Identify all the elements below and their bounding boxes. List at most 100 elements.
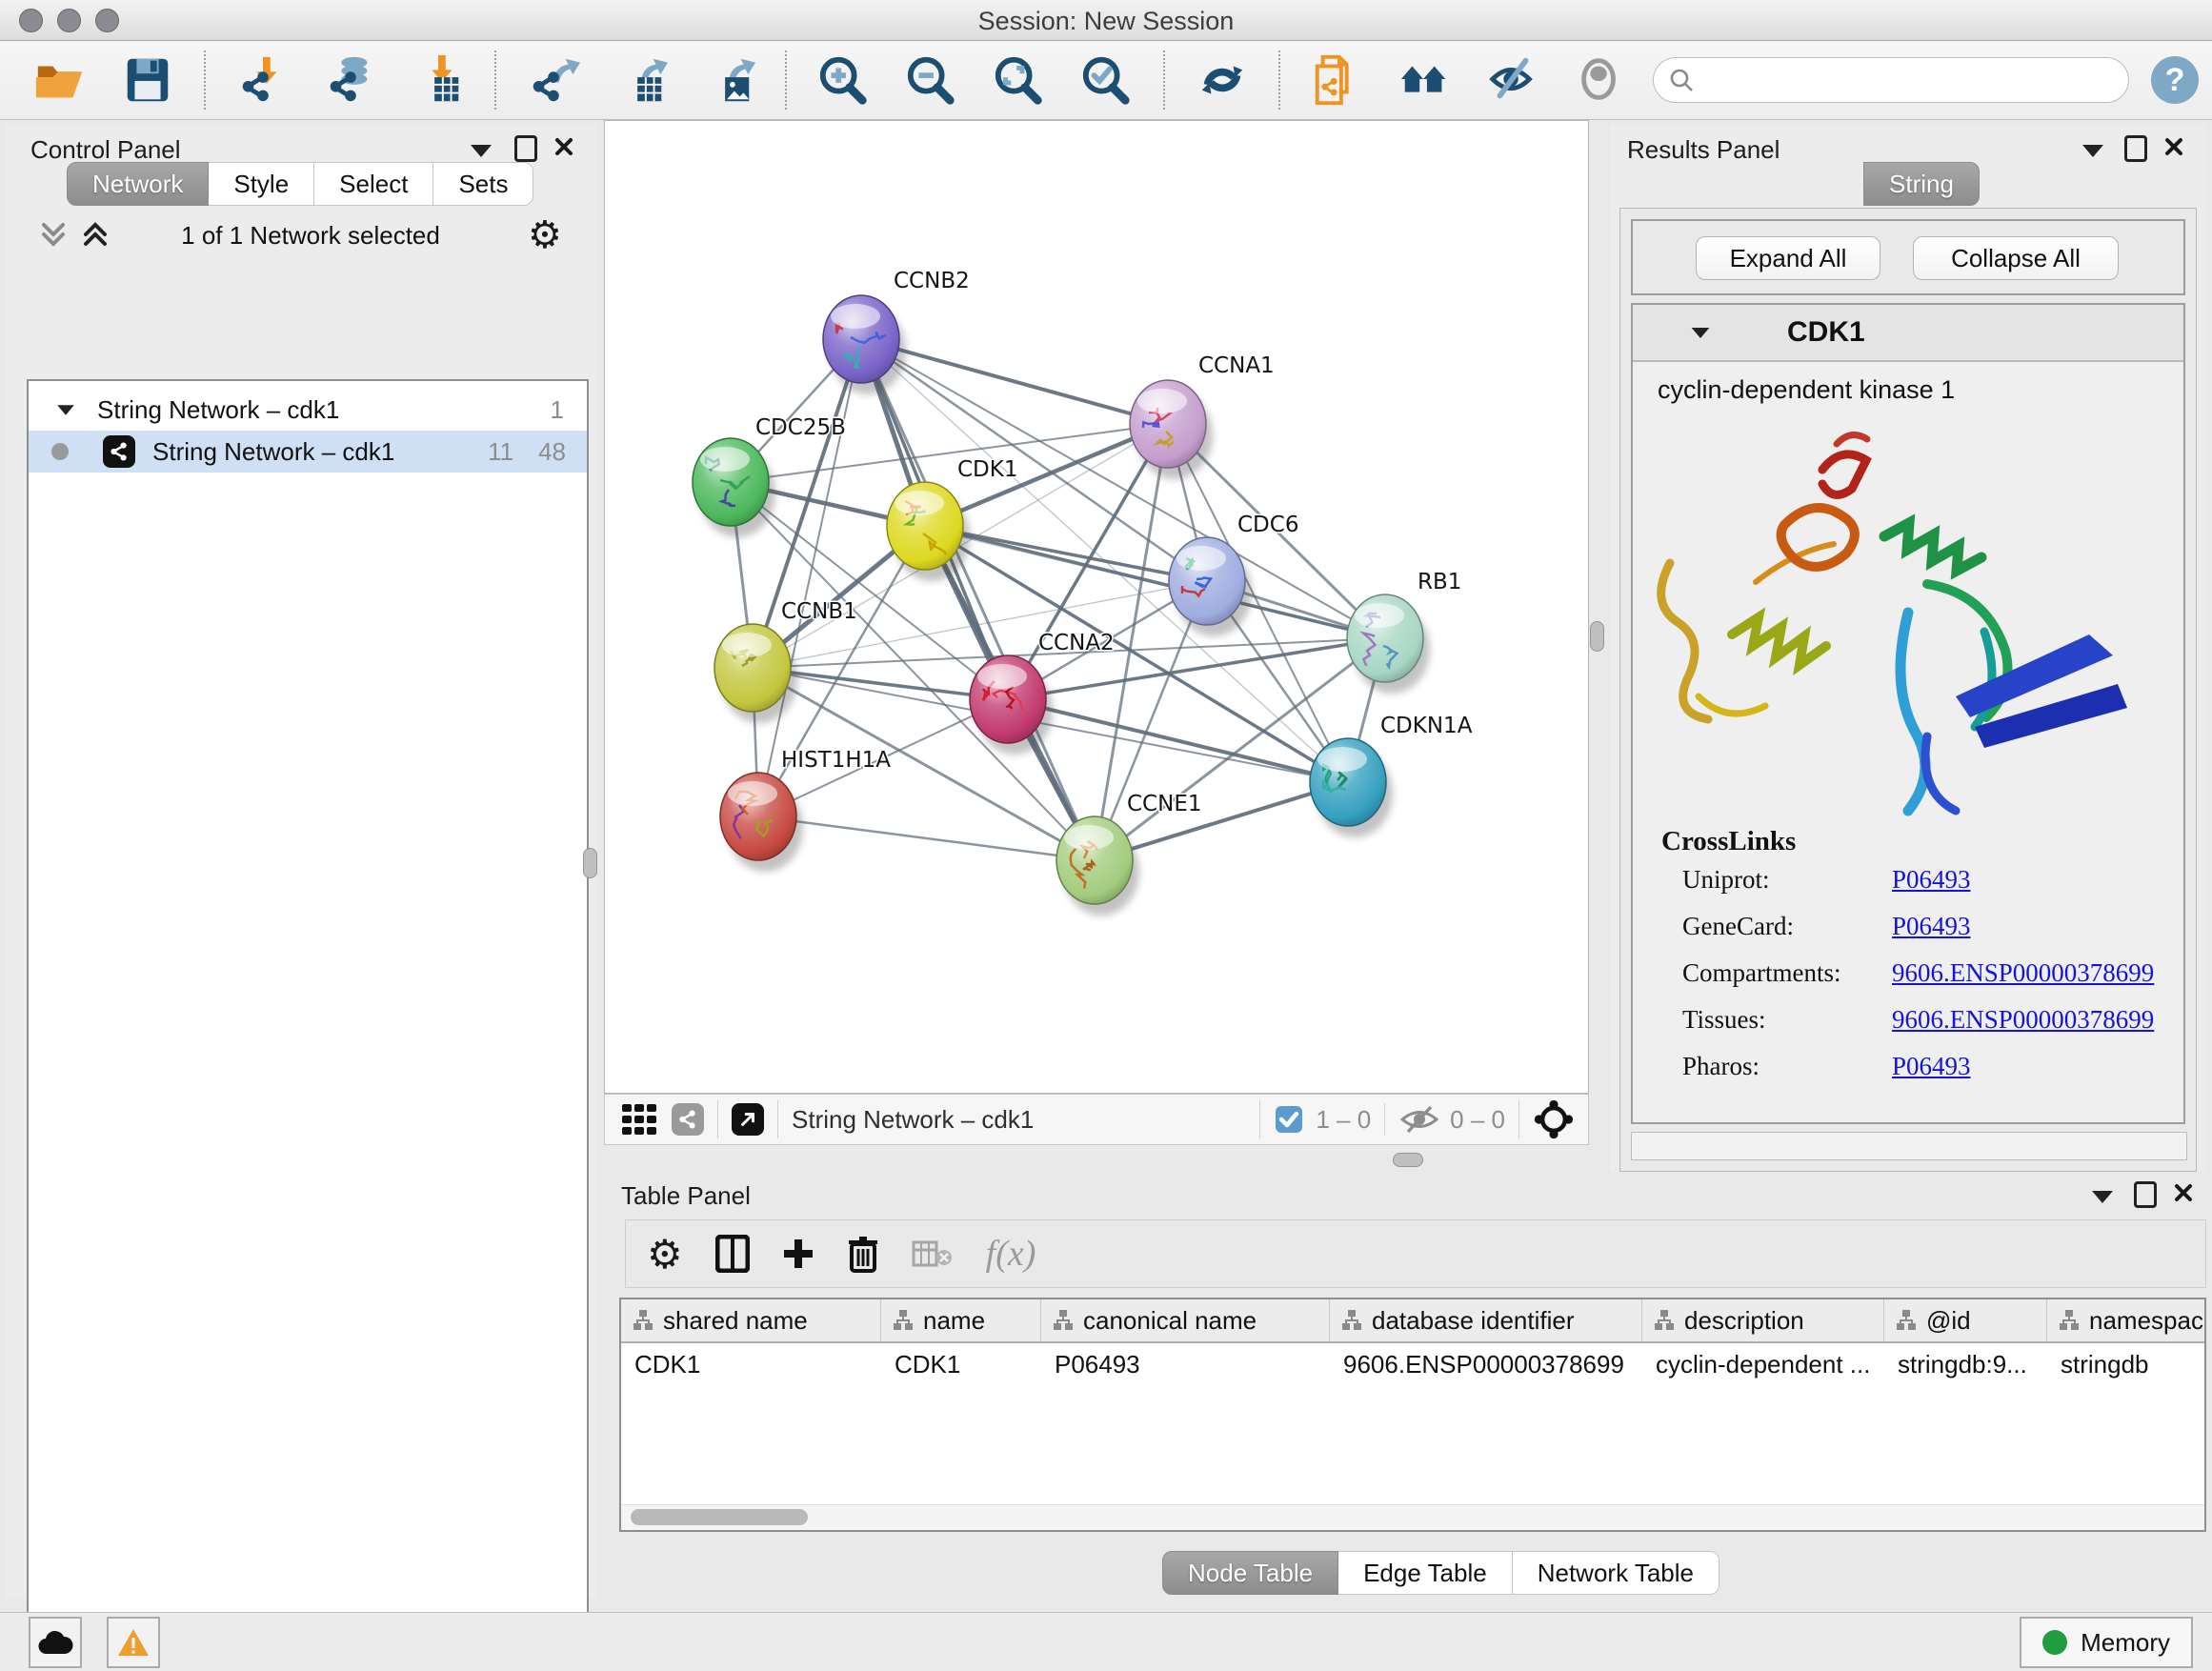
export-table-button[interactable]: [606, 47, 676, 113]
tab-sets[interactable]: Sets: [433, 162, 533, 206]
help-icon: ?: [2149, 54, 2201, 106]
node-CDK1[interactable]: [887, 482, 970, 581]
results-panel-float-icon[interactable]: [2124, 135, 2147, 162]
results-panel-title: Results Panel: [1627, 135, 1780, 165]
add-column-icon[interactable]: [782, 1238, 814, 1270]
cell: 9606.ENSP00000378699: [1330, 1350, 1642, 1379]
tab-style[interactable]: Style: [209, 162, 314, 206]
column-header-@id[interactable]: @id: [1884, 1299, 2047, 1341]
zoom-out-button[interactable]: [896, 47, 967, 113]
column-header-description[interactable]: description: [1642, 1299, 1884, 1341]
node-label-CDC25B: CDC25B: [755, 415, 846, 440]
edge-CCNA2-CDKN1A[interactable]: [1008, 699, 1348, 782]
table-panel-close-icon[interactable]: [2174, 1183, 2193, 1202]
collapse-all-button[interactable]: Collapse All: [1913, 236, 2119, 280]
table-panel-menu-icon[interactable]: [2092, 1191, 2113, 1203]
table-settings-gear-icon[interactable]: ⚙: [647, 1231, 683, 1278]
memory-button[interactable]: Memory: [2020, 1617, 2193, 1668]
tab-network-table[interactable]: Network Table: [1513, 1551, 1719, 1595]
column-header-database-identifier[interactable]: database identifier: [1330, 1299, 1642, 1341]
crosslink-value[interactable]: P06493: [1892, 912, 1971, 941]
tab-select[interactable]: Select: [314, 162, 433, 206]
column-header-canonical-name[interactable]: canonical name: [1041, 1299, 1330, 1341]
string-home-button[interactable]: [1390, 47, 1460, 113]
gene-card-header[interactable]: CDK1: [1633, 305, 2183, 362]
import-network-from-file-button[interactable]: [228, 47, 298, 113]
string-import-button[interactable]: [1302, 47, 1373, 113]
export-image-button[interactable]: [694, 47, 764, 113]
crosslink-value[interactable]: P06493: [1892, 865, 1971, 895]
tree-collapse-icon[interactable]: [57, 405, 74, 414]
control-panel-close-icon[interactable]: [554, 137, 573, 156]
network-canvas[interactable]: CCNB2CCNA1CDC25BCDK1CDC6RB1CCNB1CCNA2CDK…: [604, 120, 1589, 1094]
table-horizontal-scrollbar[interactable]: [621, 1504, 2204, 1530]
import-network-from-database-button[interactable]: [315, 47, 386, 113]
control-panel-menu-icon[interactable]: [471, 145, 492, 157]
node-CCNA1[interactable]: [1130, 380, 1213, 479]
crosslink-value[interactable]: 9606.ENSP00000378699: [1892, 1005, 2154, 1035]
search-input[interactable]: [1694, 66, 2098, 94]
zoom-in-button[interactable]: [809, 47, 879, 113]
node-RB1[interactable]: [1347, 594, 1430, 694]
network-graph[interactable]: CCNB2CCNA1CDC25BCDK1CDC6RB1CCNB1CCNA2CDK…: [605, 121, 1588, 1093]
horizontal-splitter-handle[interactable]: [1393, 1153, 1423, 1167]
edge-CCNB2-CCNE1[interactable]: [861, 339, 1095, 860]
string-show-image-button[interactable]: [1565, 47, 1636, 113]
search-field[interactable]: [1653, 57, 2129, 103]
delete-column-icon[interactable]: [847, 1235, 879, 1273]
results-scroll-strip[interactable]: [1631, 1132, 2187, 1160]
zoom-selected-button[interactable]: [1072, 47, 1142, 113]
show-columns-icon[interactable]: [715, 1235, 750, 1273]
expand-all-icon[interactable]: [80, 217, 118, 253]
tab-string[interactable]: String: [1863, 162, 1980, 206]
column-header-name[interactable]: name: [881, 1299, 1041, 1341]
crosslink-value[interactable]: P06493: [1892, 1052, 1971, 1081]
network-collection-row[interactable]: String Network – cdk1 1: [29, 389, 587, 431]
edge-CCNB2-HIST1H1A[interactable]: [758, 339, 861, 816]
column-type-icon: [2059, 1309, 2080, 1332]
column-header-namespace[interactable]: namespace: [2047, 1299, 2206, 1341]
edge-HIST1H1A-CCNE1[interactable]: [758, 816, 1095, 860]
warning-status-button[interactable]: [107, 1617, 160, 1668]
crosslink-value[interactable]: 9606.ENSP00000378699: [1892, 958, 2154, 988]
zoom-fit-icon: [992, 52, 1047, 108]
import-table-from-file-button[interactable]: [403, 47, 473, 113]
node-CCNA2[interactable]: [970, 655, 1053, 755]
network-row[interactable]: String Network – cdk1 11 48: [29, 431, 587, 473]
refresh-button[interactable]: [1187, 47, 1257, 113]
results-panel-menu-icon[interactable]: [2082, 145, 2103, 157]
table-panel-float-icon[interactable]: [2134, 1181, 2157, 1208]
column-header-shared-name[interactable]: shared name: [621, 1299, 881, 1341]
scrollbar-thumb[interactable]: [631, 1509, 808, 1525]
tab-network[interactable]: Network: [67, 162, 209, 206]
left-splitter-handle[interactable]: [583, 848, 597, 878]
export-network-button[interactable]: [518, 47, 589, 113]
table-row[interactable]: CDK1CDK1P064939606.ENSP00000378699cyclin…: [621, 1343, 2204, 1385]
tab-node-table[interactable]: Node Table: [1162, 1551, 1338, 1595]
expand-all-button[interactable]: Expand All: [1696, 236, 1880, 280]
save-session-button[interactable]: [112, 47, 183, 113]
open-session-button[interactable]: [25, 47, 95, 113]
help-button[interactable]: ?: [2146, 47, 2203, 113]
gene-card-collapse-icon[interactable]: [1692, 327, 1710, 337]
node-CDC25B[interactable]: [693, 438, 775, 537]
node-CDC6[interactable]: [1169, 537, 1252, 636]
open-in-window-icon[interactable]: [732, 1103, 764, 1136]
results-panel-close-icon[interactable]: [2164, 137, 2183, 156]
node-CCNB2[interactable]: [823, 295, 906, 394]
node-CCNE1[interactable]: [1056, 816, 1139, 916]
control-panel-float-icon[interactable]: [514, 135, 537, 162]
right-splitter-handle[interactable]: [1590, 621, 1604, 652]
node-CDKN1A[interactable]: [1310, 738, 1393, 837]
collapse-all-icon[interactable]: [38, 217, 76, 253]
node-HIST1H1A[interactable]: [720, 773, 803, 872]
network-share-icon[interactable]: [672, 1103, 704, 1136]
string-hide-glass-button[interactable]: [1478, 47, 1548, 113]
zoom-fit-button[interactable]: [984, 47, 1055, 113]
selected-checkbox-icon[interactable]: [1274, 1104, 1304, 1135]
fit-selected-crosshair-icon[interactable]: [1533, 1098, 1575, 1140]
network-options-gear-icon[interactable]: ⚙: [528, 213, 562, 257]
cloud-status-button[interactable]: [29, 1617, 82, 1668]
birds-eye-grid-icon[interactable]: [620, 1100, 658, 1138]
tab-edge-table[interactable]: Edge Table: [1338, 1551, 1513, 1595]
